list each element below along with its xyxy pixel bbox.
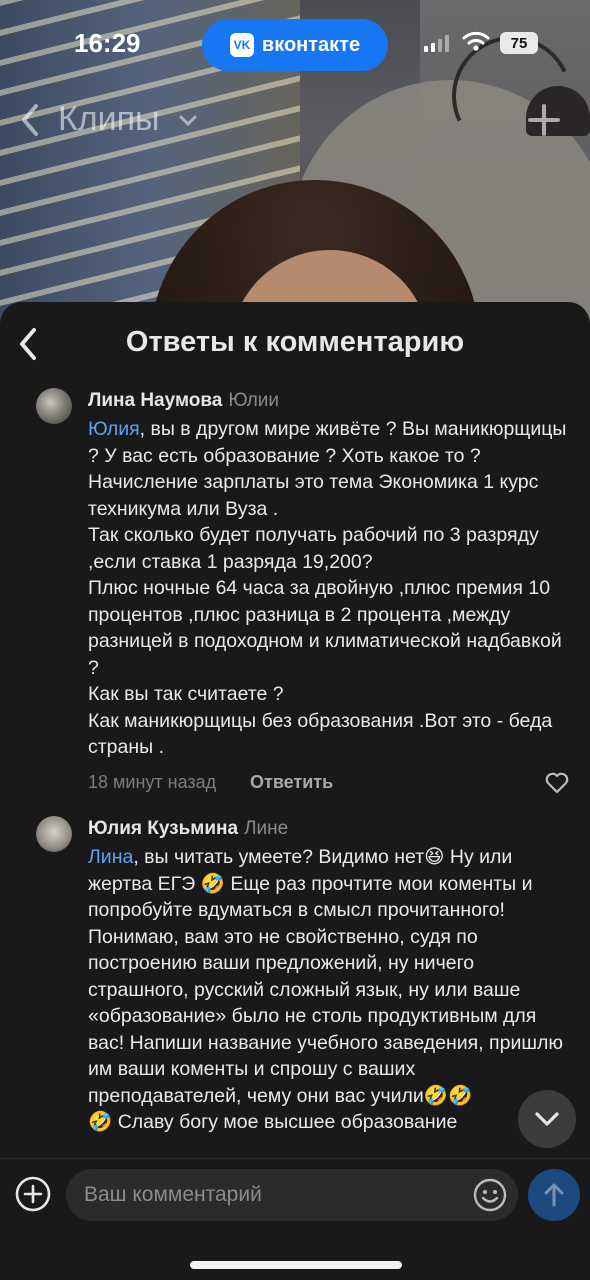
comment-author[interactable]: Лина Наумова Юлии [88, 390, 279, 412]
mention-link[interactable]: Юлия [88, 418, 140, 440]
plus-icon[interactable] [526, 102, 562, 138]
vk-return-pill[interactable]: VK вконтакте [202, 19, 388, 71]
comment-timestamp: 18 минут назад [88, 772, 217, 792]
comment-author[interactable]: Юлия Кузьмина Лине [88, 818, 288, 840]
vk-pill-label: вконтакте [261, 33, 361, 56]
sheet-title: Ответы к комментарию [125, 326, 465, 358]
comment-text-body: , вы читать умеете? Видимо нет😆 Ну или ж… [88, 846, 563, 1133]
author-name: Лина Наумова [88, 390, 223, 411]
avatar[interactable] [36, 388, 72, 424]
chevron-down-icon [535, 1112, 559, 1126]
heart-icon[interactable] [545, 772, 569, 794]
reply-to-name: Юлии [228, 390, 280, 411]
wifi-icon [462, 31, 490, 51]
comment-input[interactable]: Ваш комментарий [66, 1169, 518, 1221]
vk-logo-icon: VK [229, 33, 254, 57]
comment-input-placeholder: Ваш комментарий [84, 1183, 262, 1206]
reply-to-name: Лине [244, 818, 289, 839]
smiley-icon[interactable] [472, 1177, 508, 1213]
send-button[interactable] [528, 1169, 580, 1221]
plus-circle-icon[interactable] [14, 1175, 52, 1213]
comment-text: Лина, вы читать умеете? Видимо нет😆 Ну и… [88, 844, 574, 1136]
scroll-down-button[interactable] [518, 1090, 576, 1148]
author-name: Юлия Кузьмина [88, 818, 239, 839]
back-arrow-icon[interactable] [16, 100, 42, 140]
cellular-signal-icon [424, 34, 449, 52]
comment-composer: Ваш комментарий [0, 1158, 590, 1280]
status-time: 16:29 [74, 28, 141, 58]
arrow-up-icon [544, 1183, 564, 1207]
mention-link[interactable]: Лина [88, 846, 133, 868]
home-indicator [190, 1261, 402, 1269]
battery-indicator: 75 [500, 32, 538, 54]
reply-button[interactable]: Ответить [250, 772, 333, 793]
comment-text-body: , вы в другом мире живёте ? Вы маникюрщи… [88, 418, 567, 758]
avatar[interactable] [36, 816, 72, 852]
replies-sheet: Ответы к комментарию Лина Наумова Юлии Юл… [0, 302, 590, 1280]
comment-text: Юлия, вы в другом мире живёте ? Вы маник… [88, 416, 574, 761]
clips-title[interactable]: Клипы [58, 100, 160, 139]
chevron-down-icon[interactable] [178, 114, 198, 128]
